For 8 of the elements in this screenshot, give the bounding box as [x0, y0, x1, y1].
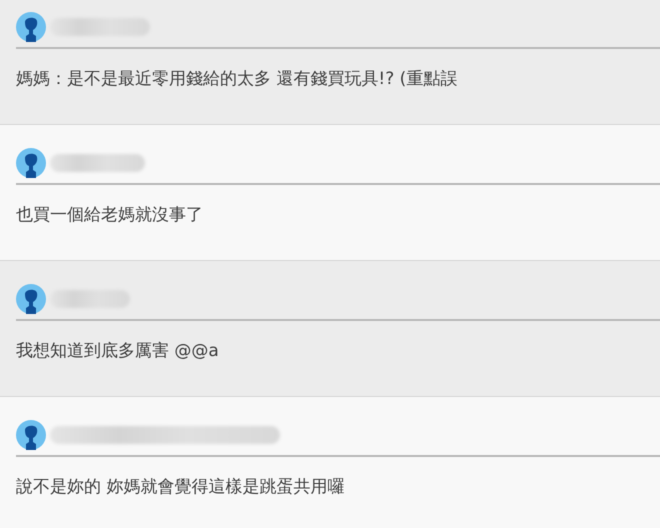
avatar-icon: [16, 148, 46, 178]
comment-text: 說不是妳的 妳媽就會覺得這樣是跳蛋共用囉: [16, 476, 346, 498]
avatar-icon: [16, 284, 46, 314]
avatar-icon: [16, 420, 46, 450]
comment-text: 媽媽：是不是最近零用錢給的太多 還有錢買玩具!? (重點誤: [16, 68, 458, 90]
comment-text: 我想知道到底多厲害 @@a: [16, 340, 220, 362]
comment-text: 也買一個給老媽就沒事了: [16, 204, 204, 226]
avatar-icon: [16, 12, 46, 42]
